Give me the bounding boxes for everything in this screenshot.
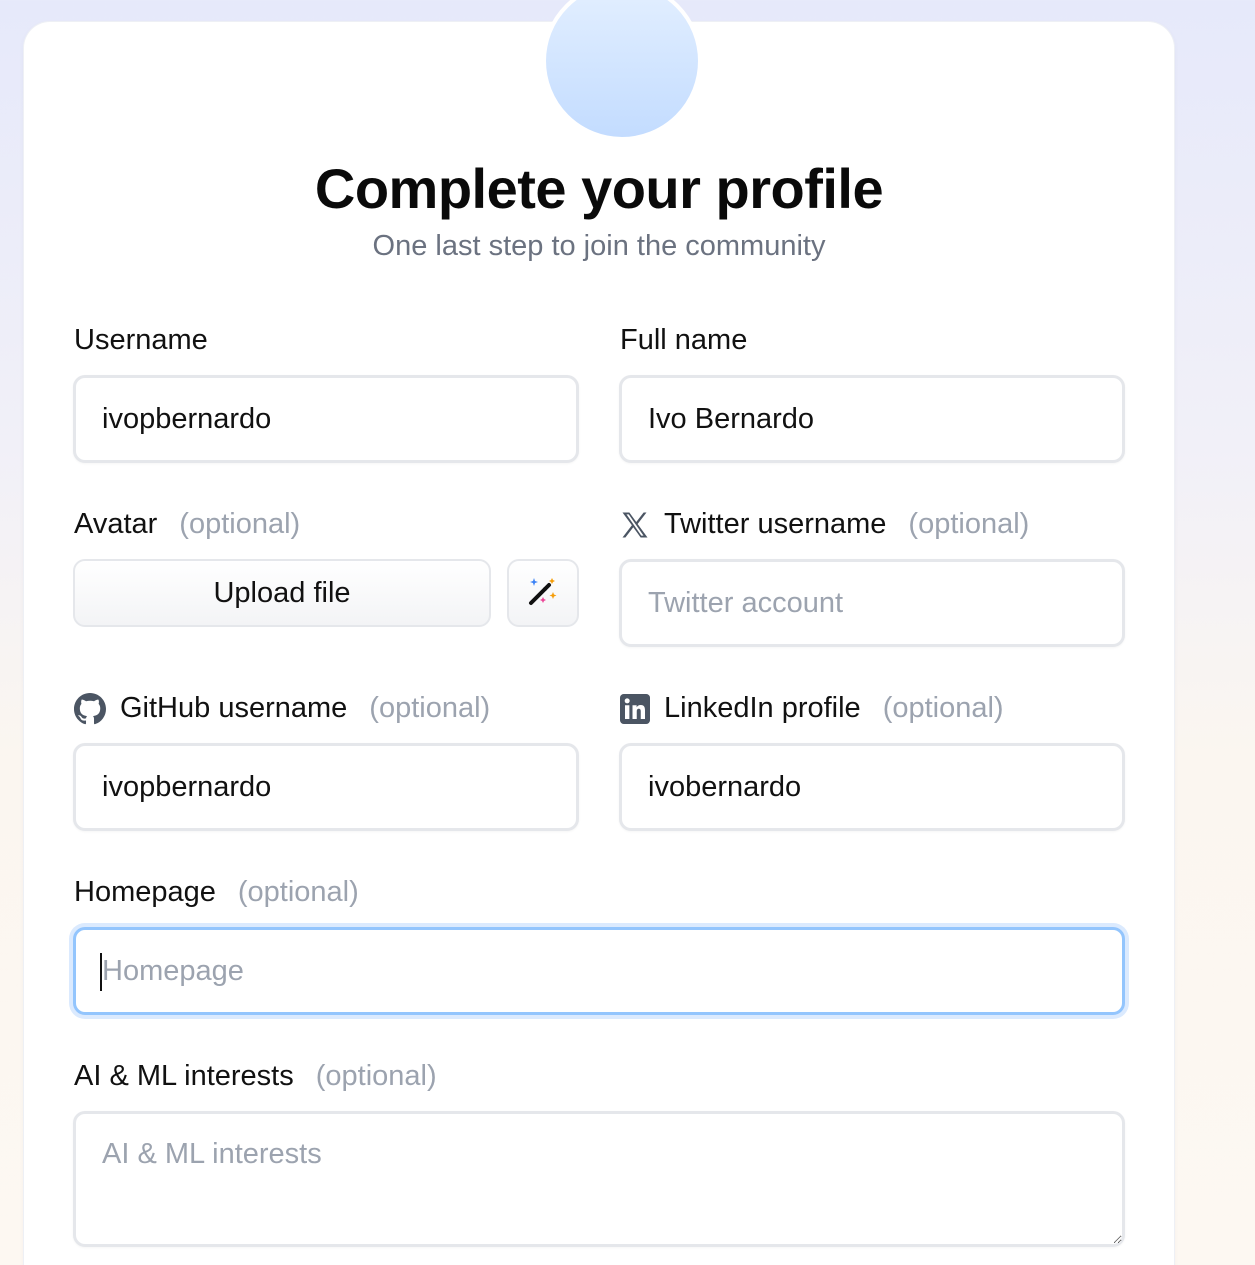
- optional-tag: (optional): [882, 692, 1004, 724]
- username-label-text: Username: [74, 324, 208, 356]
- full-name-label-text: Full name: [620, 324, 748, 356]
- interests-label-text: AI & ML interests: [74, 1060, 294, 1092]
- linkedin-label-text: LinkedIn profile: [664, 692, 861, 724]
- linkedin-input[interactable]: [619, 743, 1125, 831]
- magic-wand-icon: [527, 575, 559, 612]
- text-caret: [100, 953, 102, 991]
- avatar-preview: [542, 0, 702, 141]
- username-input[interactable]: [73, 375, 579, 463]
- generate-avatar-button[interactable]: [507, 559, 579, 627]
- github-label: GitHub username (optional): [74, 692, 490, 725]
- page-subtitle: One last step to join the community: [372, 230, 826, 262]
- linkedin-icon: [620, 693, 650, 724]
- username-label: Username: [74, 324, 208, 357]
- github-icon: [74, 692, 106, 725]
- optional-tag: (optional): [369, 692, 491, 724]
- homepage-input[interactable]: [73, 927, 1125, 1015]
- github-input[interactable]: [73, 743, 579, 831]
- optional-tag: (optional): [237, 876, 359, 908]
- homepage-label-text: Homepage: [74, 876, 216, 908]
- optional-tag: (optional): [179, 508, 301, 540]
- full-name-label: Full name: [620, 324, 747, 357]
- linkedin-label: LinkedIn profile (optional): [620, 692, 1004, 725]
- twitter-input[interactable]: [619, 559, 1125, 647]
- x-logo-icon: [620, 510, 650, 540]
- upload-file-button[interactable]: Upload file: [73, 559, 491, 627]
- page-title: Complete your profile: [314, 157, 884, 220]
- avatar-label: Avatar (optional): [74, 508, 300, 541]
- twitter-label-text: Twitter username: [664, 508, 887, 540]
- homepage-label: Homepage (optional): [74, 876, 359, 909]
- optional-tag: (optional): [908, 508, 1030, 540]
- optional-tag: (optional): [315, 1060, 437, 1092]
- twitter-label: Twitter username (optional): [620, 508, 1029, 541]
- full-name-input[interactable]: [619, 375, 1125, 463]
- interests-textarea[interactable]: [73, 1111, 1125, 1247]
- avatar-label-text: Avatar: [74, 508, 158, 540]
- github-label-text: GitHub username: [120, 692, 348, 724]
- interests-label: AI & ML interests (optional): [74, 1060, 437, 1093]
